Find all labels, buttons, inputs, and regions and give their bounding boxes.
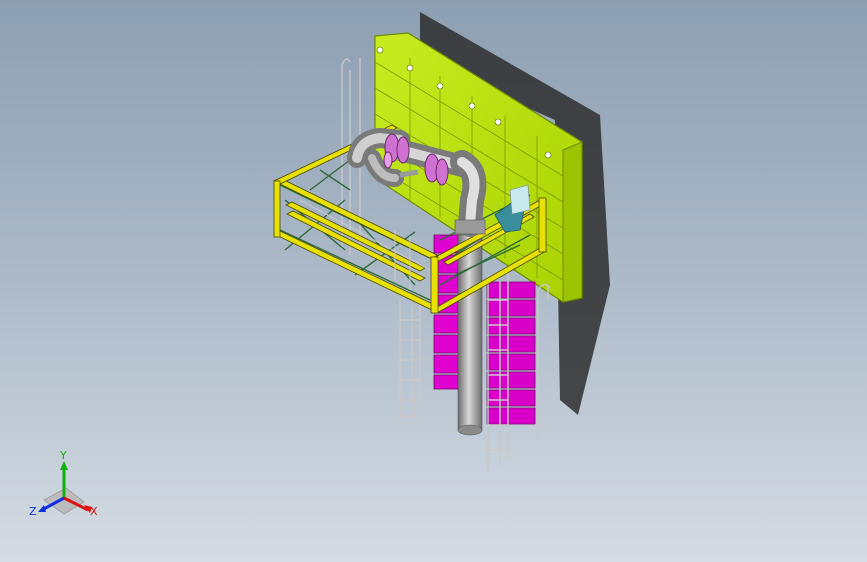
- y-axis-arrow: [60, 461, 68, 470]
- magenta-unit-stack-right[interactable]: [486, 281, 536, 425]
- vertical-pipe[interactable]: [457, 234, 483, 436]
- x-axis-label: X: [90, 505, 98, 518]
- z-axis-arrow: [38, 505, 46, 512]
- y-axis-label: Y: [60, 449, 67, 462]
- model-viewport[interactable]: Y X Z: [0, 0, 867, 562]
- axis-triad[interactable]: [38, 461, 92, 515]
- z-axis-label: Z: [29, 505, 37, 518]
- model-canvas[interactable]: [0, 0, 867, 562]
